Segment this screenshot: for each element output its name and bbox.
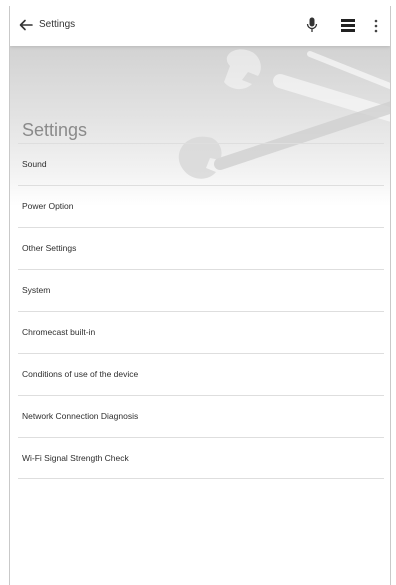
more-vert-icon[interactable]	[373, 18, 379, 34]
settings-item-system[interactable]: System	[18, 269, 384, 311]
app-bar-title: Settings	[39, 19, 76, 30]
app-bar: Settings	[10, 6, 390, 46]
settings-item-network-diagnosis[interactable]: Network Connection Diagnosis	[18, 395, 384, 437]
settings-item-conditions-of-use[interactable]: Conditions of use of the device	[18, 353, 384, 395]
settings-item-power-option[interactable]: Power Option	[18, 185, 384, 227]
settings-item-wifi-strength[interactable]: Wi-Fi Signal Strength Check	[18, 437, 384, 479]
settings-item-other-settings[interactable]: Other Settings	[18, 227, 384, 269]
settings-item-chromecast[interactable]: Chromecast built-in	[18, 311, 384, 353]
page-title: Settings	[22, 120, 88, 140]
settings-item-sound[interactable]: Sound	[18, 143, 384, 185]
arrow-left-icon[interactable]	[19, 18, 33, 32]
device-screen: Settings Settings Sound Power Option Oth…	[9, 6, 391, 585]
menu-icon[interactable]	[341, 19, 355, 32]
settings-list: Sound Power Option Other Settings System…	[18, 143, 384, 479]
microphone-icon[interactable]	[306, 17, 318, 33]
